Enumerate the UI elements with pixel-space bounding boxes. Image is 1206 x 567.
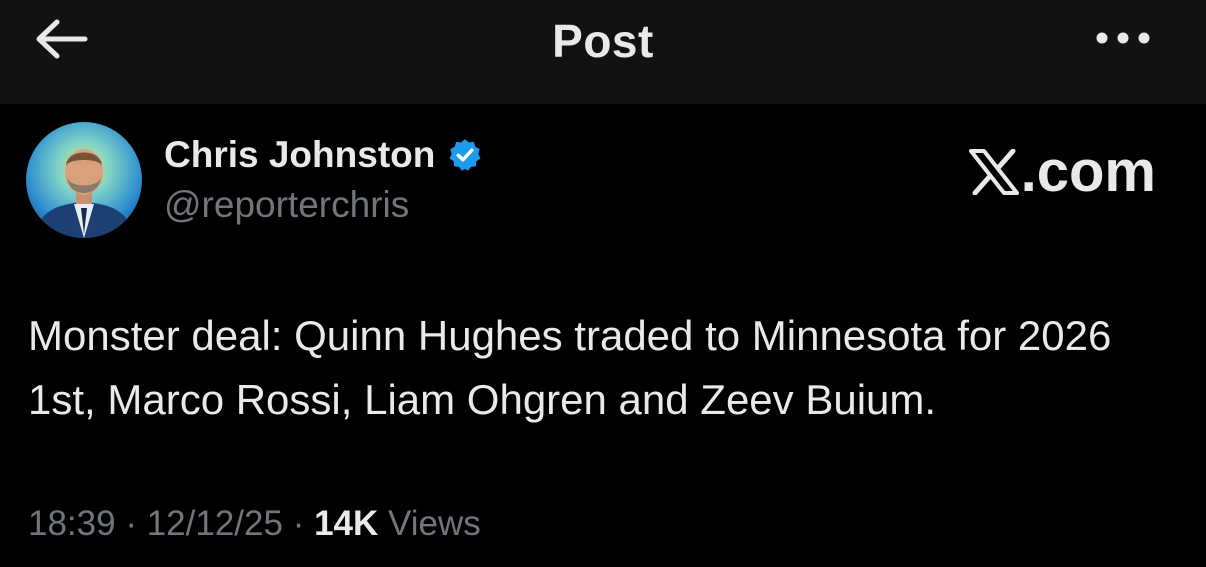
more-horizontal-icon bbox=[1095, 31, 1151, 50]
post-text: Monster deal: Quinn Hughes traded to Min… bbox=[28, 312, 1112, 423]
post-time[interactable]: 18:39 bbox=[28, 504, 116, 543]
brand-label: .com bbox=[1020, 139, 1156, 204]
post-meta: 18:39 · 12/12/25 · 14K Views bbox=[28, 504, 481, 544]
top-bar: Post bbox=[0, 0, 1206, 104]
page-title: Post bbox=[552, 15, 654, 67]
meta-separator: · bbox=[125, 504, 137, 543]
views-count[interactable]: 14K bbox=[314, 504, 378, 543]
author-name[interactable]: Chris Johnston bbox=[164, 134, 483, 176]
avatar[interactable] bbox=[26, 122, 142, 238]
meta-separator: · bbox=[292, 504, 305, 543]
author-handle[interactable]: @reporterchris bbox=[164, 184, 409, 226]
author-name-label: Chris Johnston bbox=[164, 134, 436, 175]
post-date[interactable]: 12/12/25 bbox=[147, 504, 283, 543]
x-logo-icon bbox=[968, 148, 1019, 195]
more-options-button[interactable] bbox=[1090, 26, 1156, 54]
verified-badge-icon bbox=[447, 137, 483, 173]
x-com-watermark: .com bbox=[968, 138, 1156, 205]
views-label: Views bbox=[388, 504, 481, 543]
